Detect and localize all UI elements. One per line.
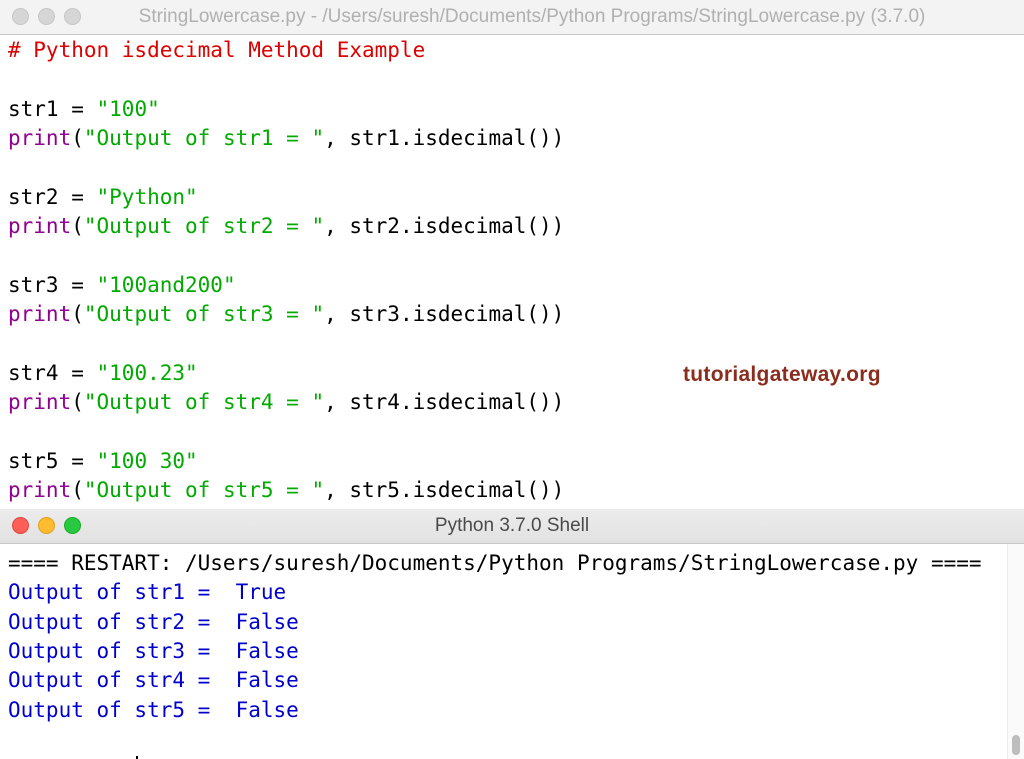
shell-output-line: Output of str4 = False	[8, 668, 299, 693]
code-token: str2 =	[8, 184, 97, 209]
code-token: str1 =	[8, 96, 97, 121]
code-token: "100.23"	[96, 360, 198, 385]
shell-output-line: Output of str5 = False	[8, 697, 299, 722]
code-line: print("Output of str4 = ", str4.isdecima…	[8, 388, 1010, 417]
code-line: str1 = "100"	[8, 95, 1010, 124]
shell-window-title: Python 3.7.0 Shell	[434, 515, 590, 536]
shell-scrollbar-thumb[interactable]	[1012, 735, 1020, 755]
code-token: , str4.isdecimal())	[324, 389, 565, 414]
code-line: print("Output of str1 = ", str1.isdecima…	[8, 124, 1010, 153]
code-token: (	[71, 125, 84, 150]
code-token: (	[71, 389, 84, 414]
code-token: str3 =	[8, 272, 97, 297]
code-token: "Output of str5 = "	[83, 477, 325, 502]
code-line: print("Output of str5 = ", str5.isdecima…	[8, 476, 1010, 505]
shell-prompt-line[interactable]: >>>	[8, 725, 1004, 759]
shell-output-list: Output of str1 = True Output of str2 = Fa…	[8, 578, 1004, 725]
code-token: print	[8, 213, 72, 238]
code-token: str5 =	[8, 448, 97, 473]
editor-window-title: StringLowercase.py - /Users/suresh/Docum…	[138, 6, 926, 27]
code-token: , str2.isdecimal())	[324, 213, 565, 238]
code-token: "Output of str4 = "	[83, 389, 325, 414]
code-token: "Python"	[96, 184, 198, 209]
shell-output-line: Output of str3 = False	[8, 638, 299, 663]
shell-window: Python 3.7.0 Shell ==== RESTART: /Users/…	[0, 509, 1024, 759]
code-token: (	[71, 213, 84, 238]
code-token: "Output of str1 = "	[83, 125, 325, 150]
code-token: "Output of str2 = "	[83, 213, 325, 238]
code-token: , str1.isdecimal())	[324, 125, 565, 150]
shell-output-area[interactable]: ==== RESTART: /Users/suresh/Documents/Py…	[8, 549, 1004, 759]
watermark-text: tutorialgateway.org	[683, 363, 881, 386]
code-token: print	[8, 389, 72, 414]
code-token: print	[8, 301, 72, 326]
code-line: print("Output of str2 = ", str2.isdecima…	[8, 212, 1010, 241]
code-token: # Python isdecimal Method Example	[8, 38, 426, 62]
close-window-button[interactable]	[12, 8, 29, 25]
code-line: str3 = "100and200"	[8, 271, 1010, 300]
code-token: str4 =	[8, 360, 97, 385]
code-token: (	[71, 477, 84, 502]
code-token: "100and200"	[96, 272, 236, 297]
code-token: , str5.isdecimal())	[324, 477, 565, 502]
code-line: str5 = "100 30"	[8, 447, 1010, 476]
editor-window: StringLowercase.py - /Users/suresh/Docum…	[0, 0, 1024, 509]
code-editor-area[interactable]: # Python isdecimal Method Example str1 = …	[8, 36, 1010, 505]
code-token: print	[8, 477, 72, 502]
code-line: # Python isdecimal Method Example	[8, 36, 1010, 65]
code-token: "Output of str3 = "	[83, 301, 325, 326]
code-token: , str3.isdecimal())	[324, 301, 565, 326]
code-line: str2 = "Python"	[8, 183, 1010, 212]
code-token: (	[71, 301, 84, 326]
code-token: "100 30"	[96, 448, 198, 473]
editor-titlebar[interactable]: StringLowercase.py - /Users/suresh/Docum…	[0, 0, 1024, 35]
restart-banner: ==== RESTART: /Users/suresh/Documents/Py…	[8, 551, 982, 575]
shell-titlebar[interactable]: Python 3.7.0 Shell	[0, 509, 1024, 544]
code-line: print("Output of str3 = ", str3.isdecima…	[8, 300, 1010, 329]
shell-output-line: Output of str2 = False	[8, 609, 299, 634]
shell-scrollbar[interactable]	[1007, 544, 1024, 759]
code-token: "100"	[96, 96, 160, 121]
shell-output-line: Output of str1 = True	[8, 580, 287, 605]
code-token: print	[8, 125, 72, 150]
